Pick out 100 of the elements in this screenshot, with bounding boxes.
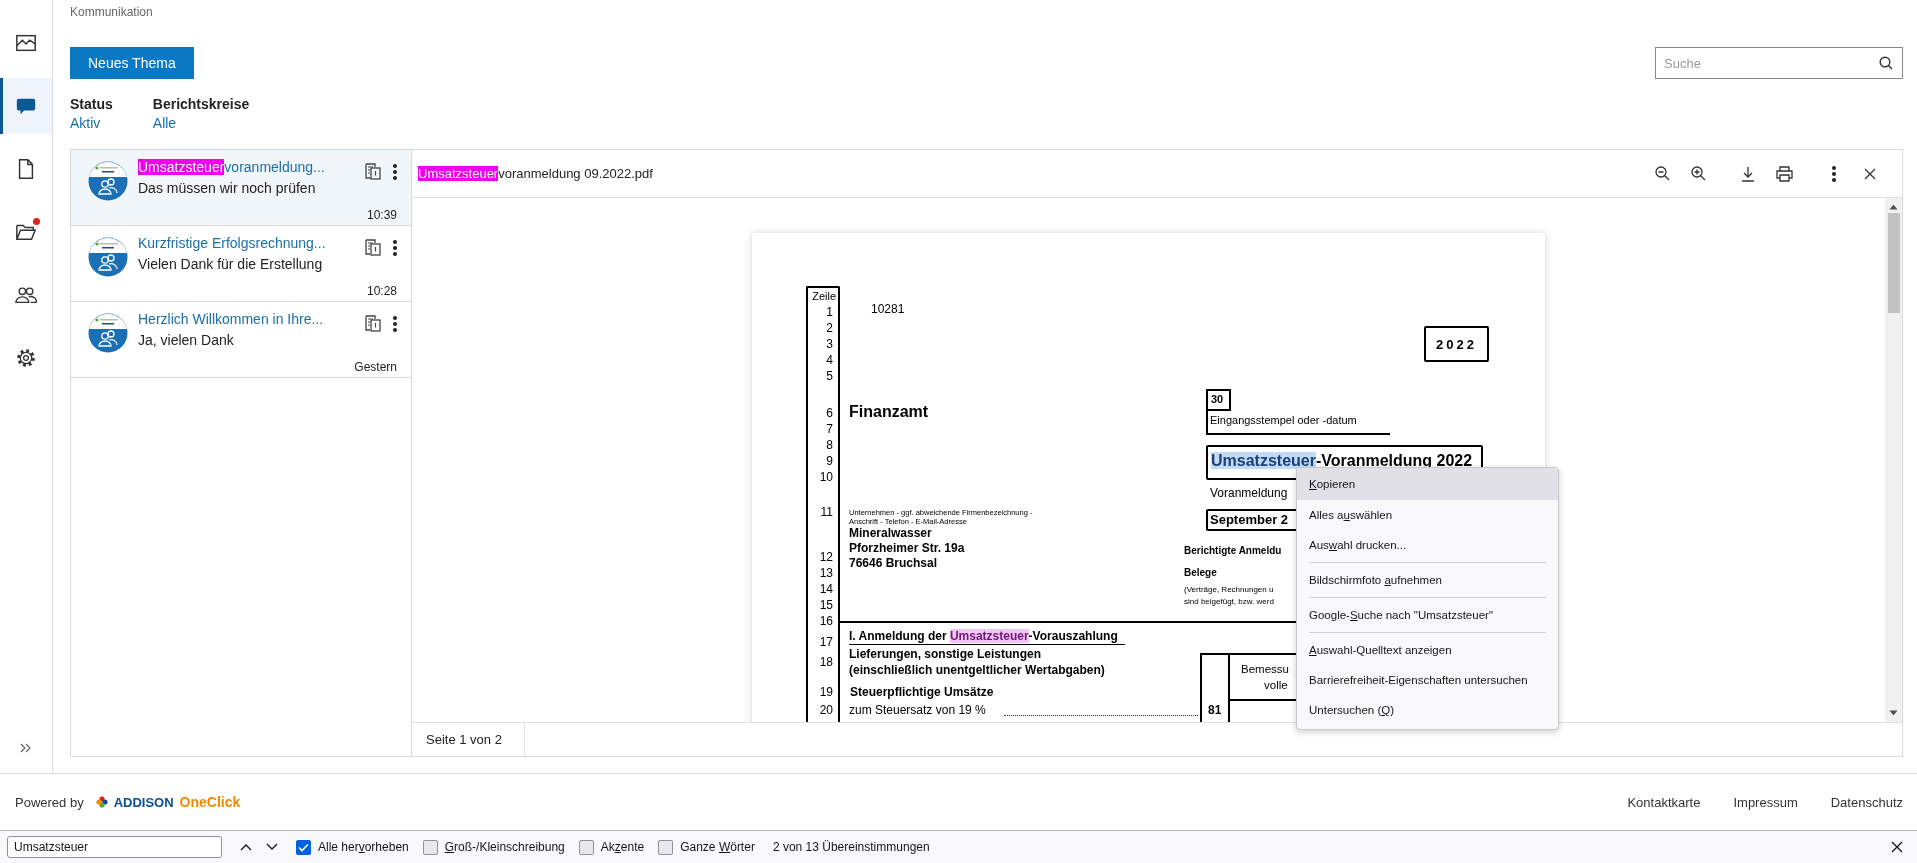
- filter-label: Berichtskreise: [152, 96, 250, 112]
- period-value: September 2: [1210, 512, 1289, 527]
- thread-item[interactable]: Kurzfristige Erfolgsrechnung... Vielen Dank für die Erstellung 10:28: [71, 226, 411, 302]
- line-number: 10: [819, 469, 833, 485]
- devices-icon[interactable]: [365, 163, 381, 180]
- menu-item[interactable]: Bildschirmfoto aufnehmen: [1297, 565, 1558, 595]
- menu-item[interactable]: Auswahl drucken...: [1297, 530, 1558, 560]
- logo-icon: [95, 796, 108, 808]
- avatar-icon: [88, 161, 128, 201]
- next-icon[interactable]: [266, 843, 278, 851]
- field-number: 81: [1208, 703, 1222, 717]
- year-box: 2022: [1424, 326, 1489, 362]
- close-icon[interactable]: [1891, 841, 1903, 853]
- checkbox[interactable]: [422, 839, 438, 855]
- filter-link[interactable]: Aktiv: [70, 115, 113, 131]
- thread-item[interactable]: Herzlich Willkommen in Ihre... Ja, vielen Dank Gestern: [71, 302, 411, 378]
- line-number: 5: [826, 368, 833, 384]
- zoom-out-icon[interactable]: [1654, 166, 1670, 181]
- period-label: Voranmeldung: [1210, 486, 1288, 500]
- thread-title: Herzlich Willkommen in Ihre...: [138, 311, 325, 327]
- thread-preview: Vielen Dank für die Erstellung: [138, 256, 324, 272]
- scroll-up-icon[interactable]: [1889, 203, 1898, 211]
- checkbox-label[interactable]: Akzente: [600, 840, 645, 854]
- thread-preview: Das müssen wir noch prüfen: [138, 180, 317, 196]
- form-title: Umsatzsteuer-Voranmeldung 2022: [1211, 452, 1473, 470]
- avatar-icon: [88, 313, 128, 353]
- search-field[interactable]: Suche: [1655, 47, 1903, 79]
- footer-link[interactable]: Kontaktkarte: [1627, 794, 1701, 810]
- field-number: 30: [1206, 389, 1231, 411]
- checkbox[interactable]: [658, 839, 674, 855]
- people-icon: [15, 284, 37, 306]
- line-number: 11: [820, 504, 833, 520]
- more-icon[interactable]: [1832, 165, 1836, 182]
- line-number: 6: [826, 405, 833, 421]
- devices-icon[interactable]: [365, 239, 381, 256]
- office-label: Finanzamt: [849, 403, 929, 421]
- checkbox[interactable]: [296, 839, 311, 855]
- menu-item[interactable]: Untersuchen (Q): [1297, 695, 1558, 725]
- form-label: Lieferungen, sonstige Leistungen: [849, 647, 1042, 661]
- devices-icon[interactable]: [365, 315, 381, 332]
- menu-item[interactable]: Auswahl-Quelltext anzeigen: [1297, 635, 1558, 665]
- find-field[interactable]: Umsatzsteuer: [7, 836, 222, 858]
- line-number: 2: [826, 320, 833, 336]
- line-number: 7: [826, 421, 833, 437]
- thread-time: 10:39: [366, 208, 397, 222]
- address-line: 76646 Bruchsal: [849, 556, 938, 570]
- more-icon[interactable]: [393, 239, 397, 256]
- more-icon[interactable]: [393, 163, 397, 180]
- menu-item[interactable]: Kopieren: [1297, 468, 1558, 500]
- scroll-down-icon[interactable]: [1889, 709, 1898, 717]
- checkbox-label[interactable]: Ganze Wörter: [680, 840, 755, 854]
- line-number: 14: [819, 581, 833, 597]
- previous-icon[interactable]: [240, 843, 252, 851]
- close-icon[interactable]: [1864, 167, 1876, 180]
- line-number: 8: [826, 437, 833, 453]
- nav-item[interactable]: [0, 78, 52, 134]
- form-note: sind beigefügt, bzw. werd: [1184, 597, 1274, 606]
- checkbox[interactable]: [578, 839, 594, 855]
- expand-icon[interactable]: [20, 743, 32, 753]
- page-indicator: Seite 1 von 2: [412, 723, 525, 756]
- menu-item[interactable]: Google-Suche nach "Umsatzsteuer": [1297, 600, 1558, 630]
- checkbox-label[interactable]: Groß-/Kleinschreibung: [444, 840, 565, 854]
- thread-title: Kurzfristige Erfolgsrechnung...: [138, 235, 327, 251]
- tax-number: 10281: [871, 302, 905, 316]
- more-icon[interactable]: [393, 315, 397, 332]
- line-number: 19: [819, 684, 833, 700]
- thread-time: Gestern: [354, 360, 397, 374]
- line-number: 18: [819, 654, 833, 670]
- checkbox-label[interactable]: Alle hervorheben: [318, 840, 409, 854]
- form-label: Steuerpflichtige Umsätze: [850, 685, 994, 699]
- line-number: 15: [819, 597, 833, 613]
- line-number: 12: [819, 549, 833, 565]
- chart-icon: [15, 32, 37, 54]
- powered-by-text: Powered by: [15, 794, 84, 810]
- address-line: Mineralwasser: [849, 526, 932, 540]
- form-note: (Verträge, Rechnungen u: [1184, 585, 1274, 594]
- filter-link[interactable]: Alle: [152, 115, 250, 131]
- footer-link[interactable]: Datenschutz: [1830, 794, 1903, 810]
- line-number: 20: [819, 702, 833, 718]
- section-title: I. Anmeldung der Umsatzsteuer-Vorauszahlung: [849, 629, 1125, 645]
- address-line: Pforzheimer Str. 19a: [849, 541, 965, 555]
- zoom-in-icon[interactable]: [1690, 166, 1706, 181]
- menu-item[interactable]: Alles auswählen: [1297, 500, 1558, 530]
- footer-link[interactable]: Impressum: [1733, 794, 1798, 810]
- download-icon[interactable]: [1741, 165, 1755, 182]
- line-number: 13: [819, 565, 833, 581]
- scroll-thumb[interactable]: [1887, 213, 1900, 313]
- line-number: Zeile: [812, 289, 836, 304]
- brand-name: ADDISON: [113, 794, 174, 810]
- breadcrumb: Kommunikation: [70, 5, 154, 21]
- print-icon[interactable]: [1775, 165, 1793, 182]
- column-header: Bemessu: [1241, 663, 1289, 675]
- filter-label: Status: [70, 96, 113, 112]
- line-number: 16: [819, 613, 833, 629]
- scrollbar[interactable]: [1885, 198, 1902, 722]
- new-topic-button[interactable]: Neues Thema: [70, 47, 194, 79]
- match-count: 2 von 13 Übereinstimmungen: [772, 840, 931, 854]
- form-label: Belege: [1184, 567, 1217, 578]
- line-number: 4: [826, 352, 833, 368]
- menu-item[interactable]: Barrierefreiheit-Eigenschaften untersuchen: [1297, 665, 1558, 695]
